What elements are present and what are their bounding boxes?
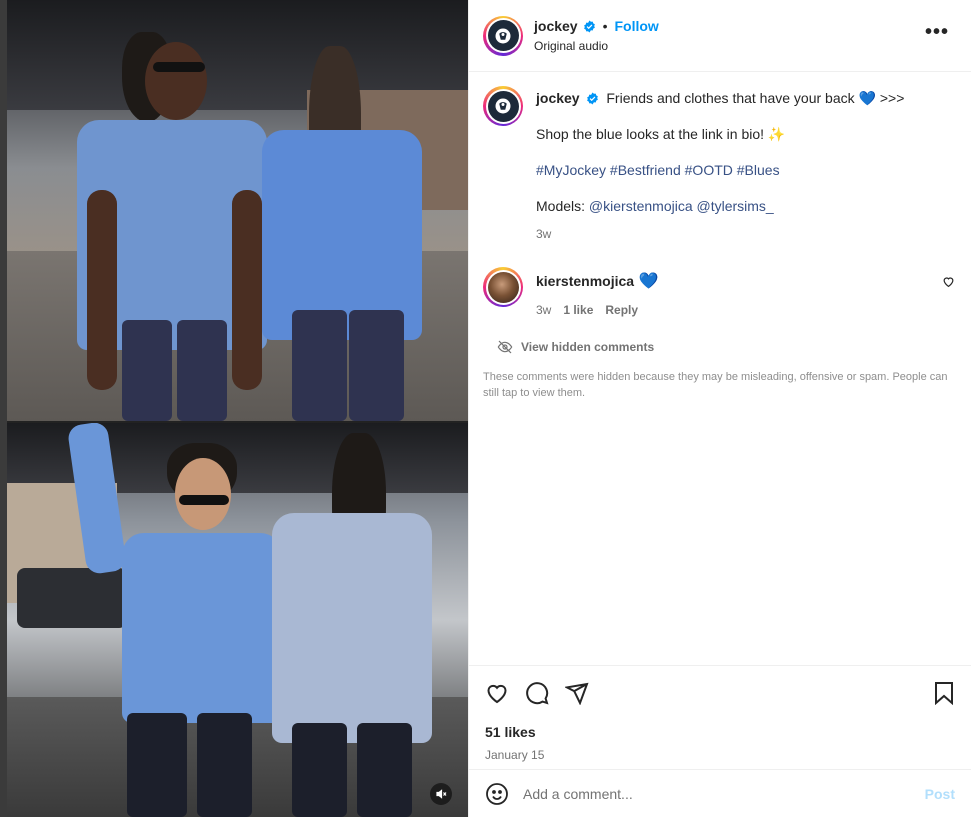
comment-input[interactable] [523, 785, 925, 802]
hidden-comments-note: These comments were hidden because they … [483, 371, 948, 399]
post-actions: 51 likes January 15 [469, 665, 971, 762]
model-tee-back [262, 423, 442, 817]
heart-icon[interactable] [485, 681, 509, 705]
eye-slash-icon [497, 340, 513, 354]
likes-count[interactable]: 51 likes [485, 724, 955, 740]
hashtag-link[interactable]: #Blues [737, 162, 780, 178]
caption-username[interactable]: jockey [536, 90, 580, 106]
comment-likes[interactable]: 1 like [563, 303, 593, 317]
comments-area[interactable]: jockey Friends and clothes that have you… [469, 72, 971, 665]
caption-avatar[interactable] [483, 86, 523, 126]
models-prefix: Models: [536, 198, 586, 214]
caption-line-2: Shop the blue looks at the link in bio! … [536, 126, 786, 142]
mention-link[interactable]: @kierstenmojica [589, 198, 693, 214]
view-hidden-label: View hidden comments [521, 340, 655, 354]
hashtag-list: #MyJockey #Bestfriend #OOTD #Blues [536, 161, 956, 179]
audio-label[interactable]: Original audio [534, 39, 659, 53]
post-caption: jockey Friends and clothes that have you… [483, 86, 957, 243]
hashtag-link[interactable]: #MyJockey [536, 162, 606, 178]
hashtag-link[interactable]: #Bestfriend [610, 162, 681, 178]
verified-badge-icon [583, 20, 595, 32]
view-hidden-comments[interactable]: View hidden comments [483, 339, 957, 355]
model-hoodie [66, 423, 287, 817]
comment-text: 💙 [638, 273, 659, 290]
separator-dot: • [602, 18, 608, 34]
share-icon[interactable] [565, 681, 589, 705]
mention-link[interactable]: @tylersims_ [697, 198, 774, 214]
jockey-logo-icon [495, 28, 511, 43]
jockey-logo-icon [495, 98, 511, 114]
commenter-username[interactable]: kierstenmojica [536, 273, 634, 289]
comment-icon[interactable] [525, 681, 549, 705]
speaker-muted-icon[interactable] [430, 783, 452, 805]
author-avatar[interactable] [483, 15, 523, 56]
caption-timestamp[interactable]: 3w [536, 225, 956, 243]
comment-heart-icon[interactable] [942, 275, 955, 288]
emoji-icon[interactable] [485, 782, 509, 806]
post-date[interactable]: January 15 [485, 748, 955, 762]
bookmark-icon[interactable] [933, 681, 955, 705]
author-username[interactable]: jockey [534, 18, 578, 34]
model-front [67, 20, 277, 421]
models-line: Models: @kierstenmojica @tylersims_ [536, 197, 956, 215]
follow-button[interactable]: Follow [615, 18, 659, 34]
post-info-panel: jockey • Follow Original audio ••• jocke… [468, 0, 971, 817]
reply-button[interactable]: Reply [605, 303, 638, 317]
caption-line-1: Friends and clothes that have your back … [606, 90, 905, 106]
verified-badge-icon [587, 92, 599, 105]
commenter-avatar[interactable] [483, 267, 523, 307]
post-media[interactable] [7, 0, 468, 817]
comment-timestamp[interactable]: 3w [536, 303, 551, 317]
post-comment-button[interactable]: Post [925, 786, 955, 802]
comment-item: kierstenmojica 💙 3w 1 like Reply [483, 267, 957, 317]
more-options-icon[interactable]: ••• [925, 22, 949, 42]
comment-composer: Post [469, 769, 971, 817]
hashtag-link[interactable]: #OOTD [685, 162, 733, 178]
photo-top [7, 0, 468, 421]
photo-bottom [7, 423, 468, 817]
model-back [257, 40, 437, 421]
post-header: jockey • Follow Original audio ••• [469, 0, 971, 72]
